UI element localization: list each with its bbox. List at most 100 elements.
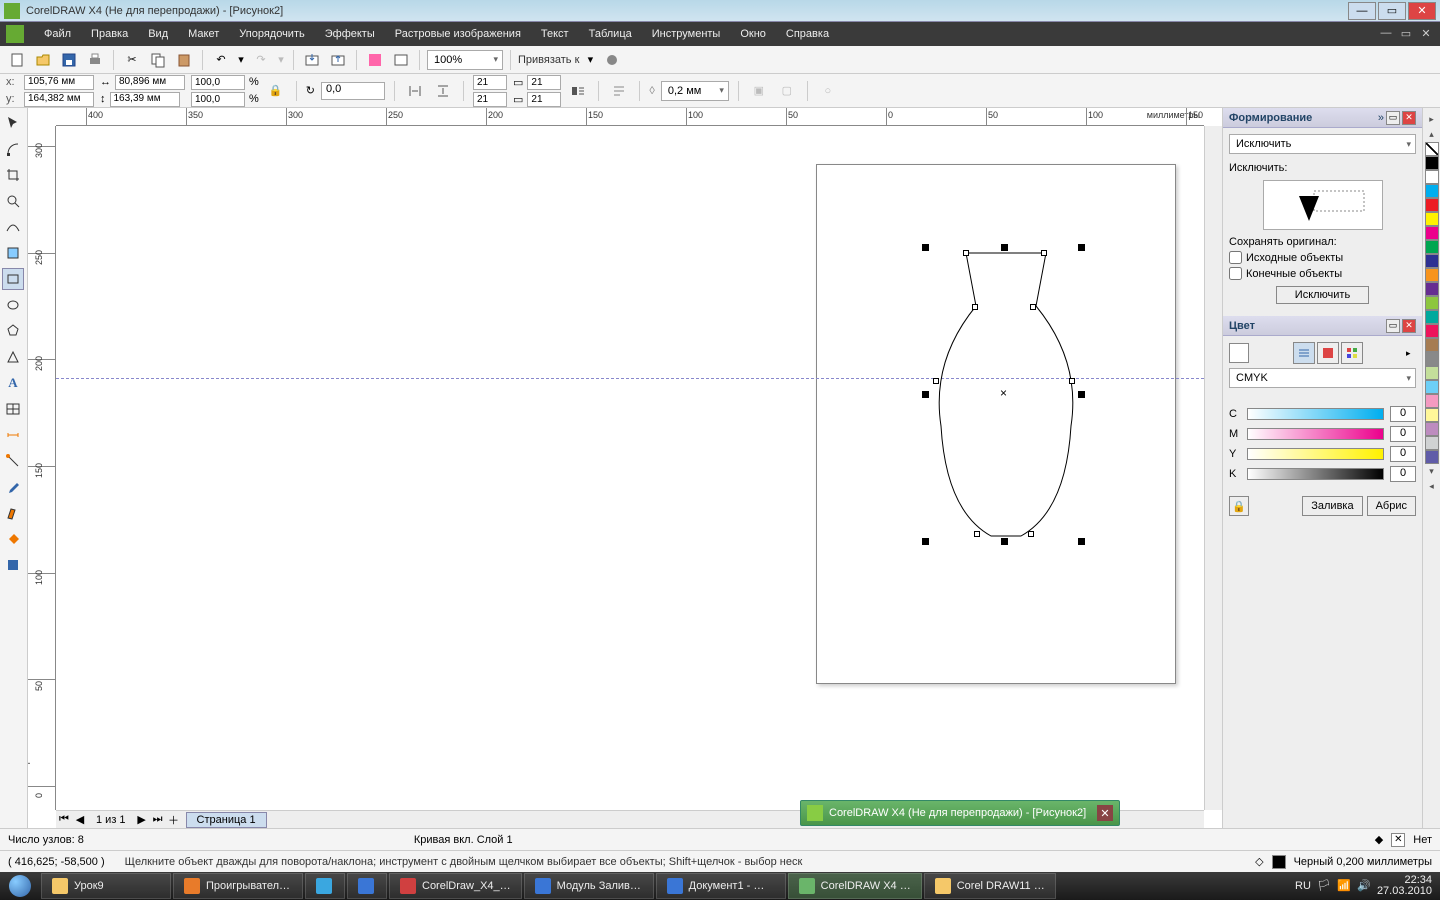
basic-shapes-tool[interactable] [2, 346, 24, 368]
taskbar-item[interactable]: Проигрывател… [173, 873, 303, 899]
mdi-restore-button[interactable]: ▭ [1398, 27, 1414, 41]
palette-flyout-button[interactable]: ▸ [1429, 114, 1434, 125]
outline-tool[interactable] [2, 502, 24, 524]
float-task-close-button[interactable]: ✕ [1097, 805, 1113, 821]
palette-swatch[interactable] [1425, 338, 1439, 352]
curve-node[interactable] [1030, 304, 1036, 310]
zoom-combo[interactable]: 100% [427, 50, 503, 70]
selection-handle[interactable] [1078, 538, 1085, 545]
convert-curves-button[interactable]: ○ [817, 80, 839, 102]
curve-node[interactable] [972, 304, 978, 310]
taskbar-item[interactable]: Урок9 [41, 873, 171, 899]
selection-handle[interactable] [922, 391, 929, 398]
text-align-button[interactable] [608, 80, 630, 102]
redo-dropdown[interactable]: ▾ [276, 49, 286, 71]
page-prev-button[interactable]: ◀ [72, 812, 88, 828]
palette-swatch[interactable] [1425, 436, 1439, 450]
zoom-tool[interactable] [2, 190, 24, 212]
mdi-minimize-button[interactable]: — [1378, 27, 1394, 41]
taskbar-item[interactable] [305, 873, 345, 899]
outline-width-combo[interactable]: 0,2 мм [661, 81, 729, 101]
text-tool[interactable]: A [2, 372, 24, 394]
to-front-button[interactable]: ▣ [748, 80, 770, 102]
taskbar-item[interactable]: CorelDRAW X4 … [788, 873, 922, 899]
scaley-input[interactable]: 100,0 [191, 92, 245, 107]
palette-swatch[interactable] [1425, 240, 1439, 254]
interactive-fill-tool[interactable] [2, 554, 24, 576]
canvas-area[interactable]: миллиметры 40035030025020015010050050100… [28, 108, 1222, 828]
cut-button[interactable]: ✂ [121, 49, 143, 71]
spin3-input[interactable]: 21 [527, 75, 561, 90]
menu-help[interactable]: Справка [776, 24, 839, 44]
fill-tool[interactable] [2, 528, 24, 550]
palette-swatch[interactable] [1425, 226, 1439, 240]
redo-button[interactable]: ↷ [250, 49, 272, 71]
snap-dropdown[interactable]: ▾ [583, 49, 597, 71]
ruler-vertical[interactable]: миллиметры 300250200150100500 [28, 126, 56, 810]
taskbar-item[interactable] [347, 873, 387, 899]
selection-handle[interactable] [922, 244, 929, 251]
minimize-button[interactable]: — [1348, 2, 1376, 20]
palette-swatch[interactable] [1425, 380, 1439, 394]
menu-edit[interactable]: Правка [81, 24, 138, 44]
taskbar-item[interactable]: Документ1 - … [656, 873, 786, 899]
fill-swatch[interactable] [1391, 833, 1405, 847]
tray-volume-icon[interactable]: 🔊 [1357, 879, 1371, 893]
undo-button[interactable]: ↶ [210, 49, 232, 71]
menu-arrange[interactable]: Упорядочить [229, 24, 314, 44]
vase-curve-object[interactable] [926, 251, 1086, 551]
palette-swatch[interactable] [1425, 352, 1439, 366]
freehand-tool[interactable] [2, 216, 24, 238]
language-indicator[interactable]: RU [1295, 880, 1311, 892]
rectangle-tool[interactable] [2, 268, 24, 290]
eyedropper-tool[interactable] [2, 476, 24, 498]
apply-outline-button[interactable]: Абрис [1367, 496, 1416, 516]
palette-swatch[interactable] [1425, 184, 1439, 198]
print-button[interactable] [84, 49, 106, 71]
palette-swatch[interactable] [1425, 212, 1439, 226]
color-palette-tab[interactable] [1341, 342, 1363, 364]
ellipse-tool[interactable] [2, 294, 24, 316]
shaping-close-button[interactable]: ✕ [1402, 111, 1416, 125]
color-lock-button[interactable]: 🔒 [1229, 496, 1249, 516]
palette-swatch[interactable] [1425, 156, 1439, 170]
width-input[interactable]: 80,896 мм [115, 75, 185, 90]
save-button[interactable] [58, 49, 80, 71]
mdi-close-button[interactable]: ✕ [1418, 27, 1434, 41]
ruler-horizontal[interactable]: миллиметры 40035030025020015010050050100… [56, 108, 1204, 126]
y-input[interactable]: 164,382 мм [24, 92, 94, 107]
dimension-tool[interactable] [2, 424, 24, 446]
palette-swatch[interactable] [1425, 198, 1439, 212]
mirror-v-button[interactable] [432, 80, 454, 102]
black-slider[interactable] [1247, 468, 1384, 480]
menu-text[interactable]: Текст [531, 24, 579, 44]
palette-scroll-down[interactable]: ▾ [1429, 466, 1434, 477]
lock-ratio-button[interactable]: 🔒 [265, 80, 287, 102]
color-close-button[interactable]: ✕ [1402, 319, 1416, 333]
menu-bitmaps[interactable]: Растровые изображения [385, 24, 531, 44]
target-objects-checkbox[interactable]: Конечные объекты [1229, 267, 1416, 280]
palette-swatch[interactable] [1425, 408, 1439, 422]
tray-network-icon[interactable]: 📶 [1337, 879, 1351, 893]
shaping-apply-button[interactable]: Исключить [1276, 286, 1369, 304]
pick-tool[interactable] [2, 112, 24, 134]
palette-swatch[interactable] [1425, 282, 1439, 296]
crop-tool[interactable] [2, 164, 24, 186]
selection-handle[interactable] [922, 538, 929, 545]
connector-tool[interactable] [2, 450, 24, 472]
menu-table[interactable]: Таблица [579, 24, 642, 44]
palette-swatch[interactable] [1425, 170, 1439, 184]
curve-node[interactable] [1028, 531, 1034, 537]
smartfill-tool[interactable] [2, 242, 24, 264]
page-next-button[interactable]: ▶ [134, 812, 150, 828]
curve-node[interactable] [1069, 378, 1075, 384]
welcome-button[interactable] [390, 49, 412, 71]
mirror-h-button[interactable] [404, 80, 426, 102]
taskbar-item[interactable]: Модуль Залив… [524, 873, 654, 899]
black-value[interactable]: 0 [1390, 466, 1416, 482]
start-button[interactable] [0, 872, 40, 900]
selection-handle[interactable] [1078, 391, 1085, 398]
page-tab[interactable]: Страница 1 [186, 812, 267, 828]
magenta-value[interactable]: 0 [1390, 426, 1416, 442]
menu-file[interactable]: Файл [34, 24, 81, 44]
